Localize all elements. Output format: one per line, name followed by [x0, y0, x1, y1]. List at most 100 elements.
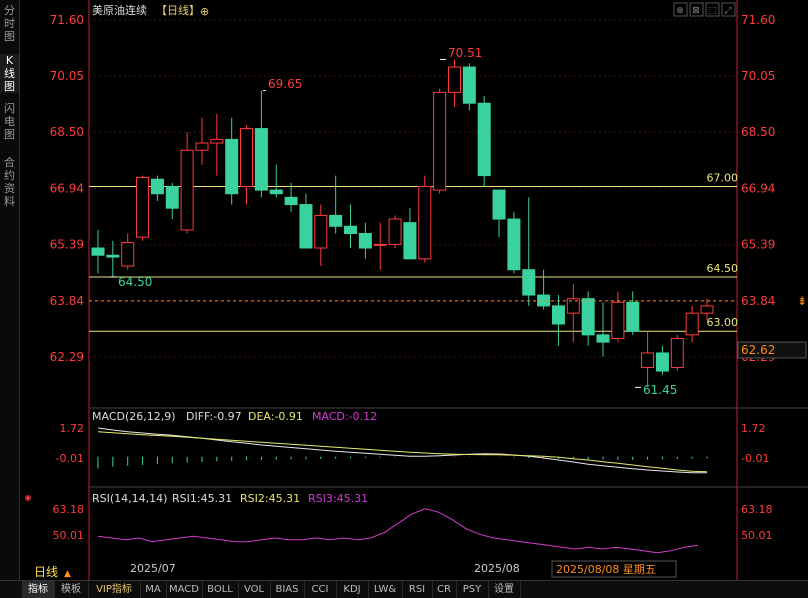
high-annotation: 69.65 [268, 77, 302, 91]
candle-body[interactable] [91, 247, 105, 256]
cursor-date: 2025/08/08 星期五 [556, 563, 656, 576]
rsi1-label: RSI1:45.31 [172, 492, 232, 505]
price-tick-right: 65.39 [741, 238, 775, 252]
candle-body[interactable] [581, 298, 595, 336]
date-label: 2025/07 [130, 562, 176, 575]
macd-diff-line [97, 427, 708, 474]
candle-body[interactable] [373, 243, 387, 246]
candle-body[interactable] [195, 142, 209, 151]
rsi2-label: RSI2:45.31 [240, 492, 300, 505]
candle-body[interactable] [685, 312, 699, 336]
candle-body[interactable] [240, 128, 254, 187]
indicator-tab[interactable]: 设置 [488, 581, 521, 598]
candle-body[interactable] [210, 138, 224, 144]
rsi-tick-left: 50.01 [53, 529, 85, 542]
candle-body[interactable] [284, 196, 298, 206]
candle-body[interactable] [700, 305, 714, 314]
macd-tick-left: 1.72 [60, 422, 85, 435]
indicator-tab[interactable]: MACD [166, 581, 203, 598]
candle-body[interactable] [641, 352, 655, 368]
candle-body[interactable] [150, 178, 164, 195]
indicator-tab[interactable]: BOLL [202, 581, 239, 598]
price-tick-right: 68.50 [741, 125, 775, 139]
candle-body[interactable] [106, 254, 120, 258]
rsi-tick-right: 63.18 [741, 503, 773, 516]
indicator-tab[interactable]: MA [140, 581, 167, 598]
candle-body[interactable] [655, 352, 669, 372]
sidebar-tab[interactable]: K 线 图 [0, 54, 19, 93]
candle-body[interactable] [477, 102, 491, 177]
chart-canvas[interactable]: 71.60 71.60 70.05 70.05 68.50 68.50 66.94 66.94… [0, 0, 808, 580]
candle-body[interactable] [670, 337, 684, 368]
candle-body[interactable] [507, 218, 521, 271]
candle-body[interactable] [462, 66, 476, 104]
candle-body[interactable] [180, 149, 194, 231]
candle-body[interactable] [225, 138, 239, 195]
macd-value-label: MACD:-0.12 [312, 410, 377, 423]
indicator-tab[interactable]: PSY [456, 581, 489, 598]
candle-body[interactable] [254, 128, 268, 191]
price-tick-right: 63.84 [741, 294, 775, 308]
candle-body[interactable] [121, 242, 135, 267]
instrument-title: 美原油连续 [92, 3, 147, 17]
price-tick-right: 66.94 [741, 182, 775, 196]
macd-tick-left: -0.01 [56, 452, 84, 465]
price-tick-left: 70.05 [50, 69, 84, 83]
candle-body[interactable] [269, 189, 283, 195]
candle-body[interactable] [626, 301, 640, 332]
indicator-tab[interactable]: VIP指标 [88, 581, 141, 598]
macd-tick-right: -0.01 [741, 452, 769, 465]
side-nav: 分 时 图 K 线 图闪 电 图合 约 资 料 [0, 0, 20, 580]
candle-body[interactable] [329, 214, 343, 227]
macd-dea-line [97, 431, 708, 473]
candle-body[interactable] [165, 185, 179, 209]
indicator-tab[interactable]: KDJ [336, 581, 369, 598]
candle-body[interactable] [611, 301, 625, 339]
indicator-tab[interactable]: 指标 [22, 581, 55, 598]
indicator-tab[interactable]: CR [432, 581, 457, 598]
candle-body[interactable] [551, 305, 565, 325]
price-marker-icon: ⇟ [797, 294, 807, 308]
candle-body[interactable] [344, 225, 358, 235]
indicator-tab[interactable]: LW& [368, 581, 403, 598]
sidebar-tab[interactable]: 合 约 资 料 [0, 156, 19, 208]
toolbar-icon: ⤢ [723, 6, 731, 16]
price-tick-left: 65.39 [50, 238, 84, 252]
rsi-title: RSI(14,14,14) [92, 492, 167, 505]
indicator-tab[interactable]: CCI [304, 581, 337, 598]
price-tick-right: 71.60 [741, 13, 775, 27]
candle-body[interactable] [403, 222, 417, 260]
macd-dea-label: DEA:-0.91 [248, 410, 303, 423]
indicator-tab[interactable]: 模板 [54, 581, 89, 598]
period-arrow-icon: ▲ [64, 569, 71, 579]
indicator-tab[interactable]: VOL [238, 581, 271, 598]
sidebar-tab[interactable]: 分 时 图 [0, 4, 19, 43]
low-annotation: 64.50 [118, 275, 152, 289]
candle-body[interactable] [358, 233, 372, 249]
candle-body[interactable] [299, 204, 313, 249]
candle-body[interactable] [596, 334, 610, 343]
rsi-tick-right: 50.01 [741, 529, 773, 542]
bottom-toolbar: 指标 模板 VIP指标 MA MACD BOLL VOL BIAS CCI KDJ LW& RSI CR… [0, 580, 808, 598]
candle-body[interactable] [447, 66, 461, 93]
price-tick-left: 66.94 [50, 182, 84, 196]
candle-body[interactable] [314, 214, 328, 249]
candle-body[interactable] [418, 185, 432, 260]
indicator-tab[interactable]: BIAS [270, 581, 305, 598]
sidebar-tab[interactable]: 闪 电 图 [0, 102, 19, 141]
macd-title: MACD(26,12,9) [92, 410, 176, 423]
candle-body[interactable] [136, 176, 150, 238]
price-tick-right: 70.05 [741, 69, 775, 83]
candle-body[interactable] [433, 91, 447, 191]
macd-tick-right: 1.72 [741, 422, 766, 435]
price-tick-left: 63.84 [50, 294, 84, 308]
period-label: 【日线】 [156, 3, 200, 17]
low-annotation: 61.45 [643, 383, 677, 397]
candle-body[interactable] [388, 218, 402, 245]
candle-body[interactable] [492, 189, 506, 220]
price-level-label: 63.00 [707, 316, 739, 329]
indicator-tab[interactable]: RSI [402, 581, 433, 598]
rsi-line [97, 508, 699, 554]
price-level-label: 67.00 [707, 171, 739, 184]
candle-body[interactable] [522, 269, 536, 296]
